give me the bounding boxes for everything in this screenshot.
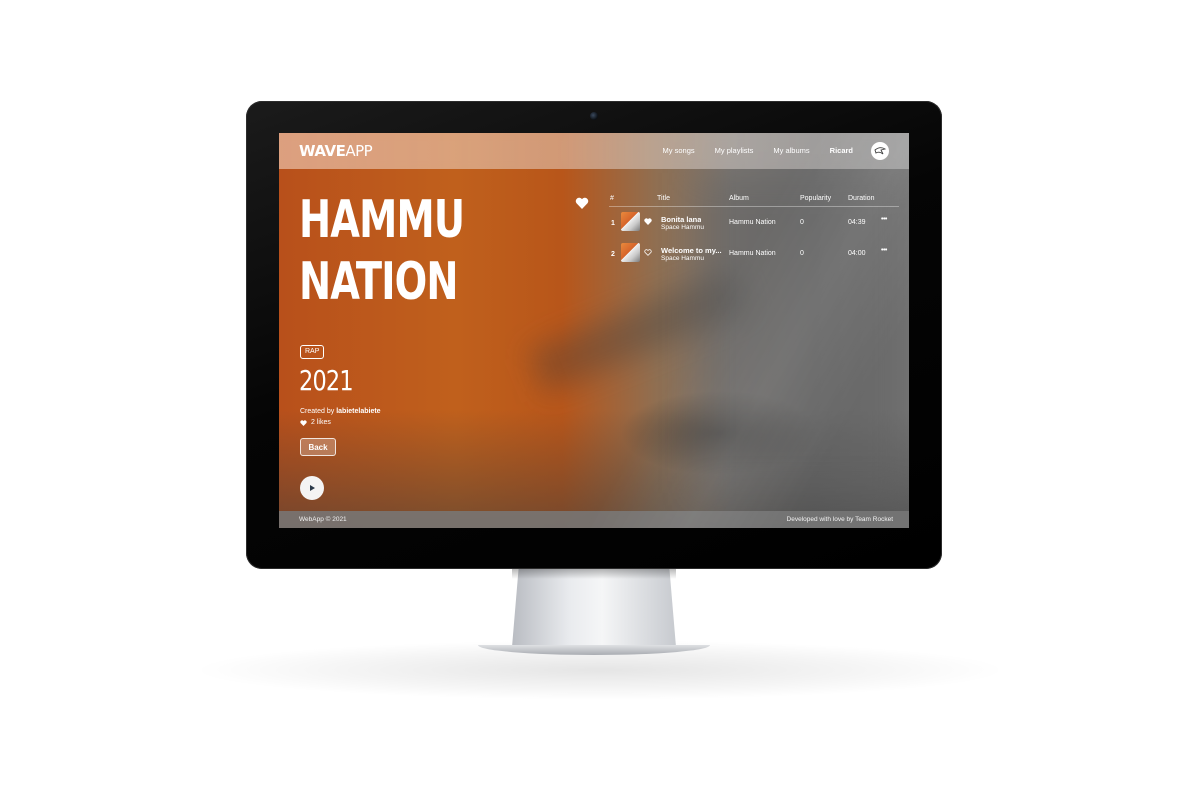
col-duration: Duration (848, 195, 875, 202)
track-album: Hammu Nation (729, 219, 776, 226)
created-by-label: Created by (300, 408, 335, 415)
track-cover (621, 212, 640, 231)
track-cover (621, 243, 640, 262)
created-by-user[interactable]: labietelabiete (336, 408, 380, 415)
album-title-line2: NATION (299, 252, 459, 312)
track-popularity: 0 (800, 219, 804, 226)
avatar-icon (874, 147, 887, 155)
camera-icon (590, 112, 598, 120)
album-year: 2021 (299, 364, 354, 397)
monitor-stand (512, 569, 676, 647)
track-title: Welcome to my... (661, 246, 722, 255)
col-num: # (610, 195, 614, 202)
album-likes: 2 likes (300, 419, 331, 426)
track-number: 2 (611, 251, 615, 258)
likes-count: 2 likes (311, 419, 331, 426)
album-title-line1: HAMMU (299, 190, 465, 250)
footer-credits: Developed with love by Team Rocket (786, 516, 893, 523)
favorite-album-button[interactable] (575, 196, 589, 214)
nav-username[interactable]: Ricard (830, 146, 853, 155)
like-track-button[interactable] (644, 249, 652, 258)
heart-outline-icon (644, 249, 652, 256)
nav-links: My songs My playlists My albums Ricard (663, 146, 853, 155)
app-screen: WAVEAPP My songs My playlists My albums … (279, 133, 909, 528)
track-artist: Space Hammu (661, 255, 704, 262)
logo-bold: WAVE (299, 142, 346, 160)
heart-icon (300, 419, 307, 426)
track-artist: Space Hammu (661, 224, 704, 231)
nav-link-my-playlists[interactable]: My playlists (715, 146, 754, 155)
table-row[interactable]: 1 Bonita lana Space Hammu Hammu Nation 0… (609, 207, 899, 238)
track-title: Bonita lana (661, 215, 702, 224)
footer: WebApp © 2021 Developed with love by Tea… (279, 511, 909, 528)
footer-copyright: WebApp © 2021 (299, 516, 347, 523)
nav-link-my-songs[interactable]: My songs (663, 146, 695, 155)
track-number: 1 (611, 220, 615, 227)
col-title: Title (657, 195, 670, 202)
col-album: Album (729, 195, 749, 202)
logo-thin: APP (345, 142, 373, 160)
track-album: Hammu Nation (729, 250, 776, 257)
back-button[interactable]: Back (300, 438, 336, 456)
heart-filled-icon (644, 218, 652, 225)
play-button[interactable] (300, 476, 324, 500)
top-navbar: WAVEAPP My songs My playlists My albums … (279, 133, 909, 169)
track-more-button[interactable]: ••• (881, 216, 887, 223)
like-track-button[interactable] (644, 218, 652, 227)
genre-badge: RAP (300, 345, 325, 359)
stand-shade (512, 569, 676, 579)
table-header: # Title Album Popularity Duration (609, 192, 899, 207)
track-more-button[interactable]: ••• (881, 247, 887, 254)
nav-link-my-albums[interactable]: My albums (773, 146, 809, 155)
tracks-table: # Title Album Popularity Duration 1 Boni… (609, 192, 899, 269)
track-popularity: 0 (800, 250, 804, 257)
track-duration: 04:39 (848, 219, 866, 226)
app-logo[interactable]: WAVEAPP (299, 142, 373, 160)
play-icon (310, 485, 315, 491)
user-avatar[interactable] (871, 142, 889, 160)
track-duration: 04:00 (848, 250, 866, 257)
col-popularity: Popularity (800, 195, 832, 202)
table-row[interactable]: 2 Welcome to my... Space Hammu Hammu Nat… (609, 238, 899, 269)
heart-icon (575, 197, 589, 209)
created-by: Created by labietelabiete (300, 408, 381, 415)
album-title: HAMMU NATION (299, 189, 465, 313)
